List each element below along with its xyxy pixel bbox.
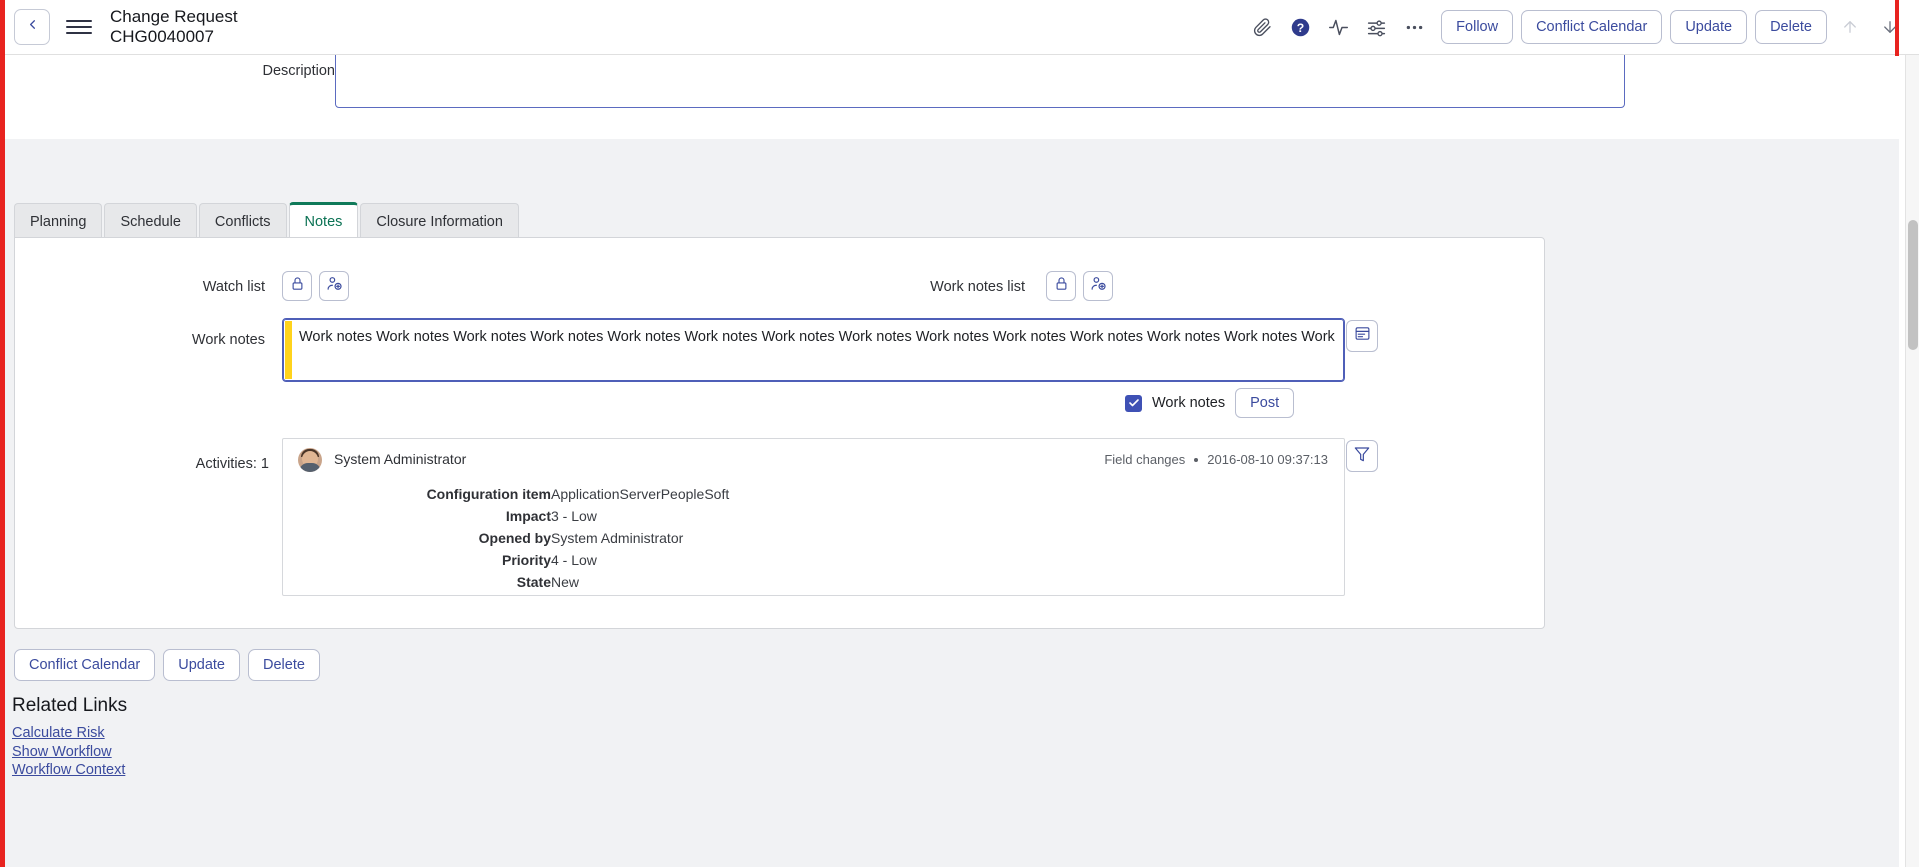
left-red-rail xyxy=(0,0,5,867)
vertical-scrollbar[interactable] xyxy=(1905,55,1919,867)
footer-actions: Conflict Calendar Update Delete xyxy=(14,649,320,681)
description-section: Description xyxy=(5,55,1899,139)
form-tabs: Planning Schedule Conflicts Notes Closur… xyxy=(14,201,519,239)
back-button[interactable] xyxy=(14,9,50,45)
watch-list-label: Watch list xyxy=(202,279,265,295)
tab-notes[interactable]: Notes xyxy=(288,202,359,239)
activity-timestamp: 2016-08-10 09:37:13 xyxy=(1207,452,1328,467)
field-key: Impact xyxy=(505,508,551,524)
field-value: 4 - Low xyxy=(551,552,597,568)
table-row: Opened by System Administrator xyxy=(321,527,729,549)
svg-text:?: ? xyxy=(1296,20,1303,34)
lock-icon xyxy=(290,276,305,296)
activity-user-name: System Administrator xyxy=(334,451,467,467)
work-notes-input[interactable]: Work notes Work notes Work notes Work no… xyxy=(282,318,1345,382)
related-link-show-workflow[interactable]: Show Workflow xyxy=(12,743,125,762)
separator-dot xyxy=(1194,457,1199,462)
related-link-workflow-context[interactable]: Workflow Context xyxy=(12,761,125,780)
field-key: Configuration item xyxy=(426,486,551,502)
table-row: State New xyxy=(321,571,729,593)
description-label: Description xyxy=(262,63,335,79)
work-notes-label: Work notes xyxy=(191,332,265,348)
work-notes-checkbox[interactable] xyxy=(1125,394,1142,412)
right-red-rail xyxy=(1895,0,1899,56)
activity-type: Field changes xyxy=(1104,452,1186,467)
notes-panel: Watch list Work notes list Work notes Wo… xyxy=(14,237,1545,629)
personalize-icon[interactable] xyxy=(1357,8,1395,46)
attachment-icon[interactable] xyxy=(1243,8,1281,46)
watch-list-add-user-button[interactable] xyxy=(319,271,349,301)
activity-entry: System Administrator Field changes 2016-… xyxy=(282,438,1345,596)
work-notes-list-label: Work notes list xyxy=(930,279,1025,295)
table-row: Impact 3 - Low xyxy=(321,505,729,527)
help-icon[interactable]: ? xyxy=(1281,8,1319,46)
field-key: Opened by xyxy=(478,530,551,546)
work-notes-checkbox-label: Work notes xyxy=(1152,395,1226,411)
post-controls: Work notes Post xyxy=(1125,388,1295,418)
page-title: Change Request CHG0040007 xyxy=(110,7,238,46)
activities-count-label: Activities: 1 xyxy=(195,456,269,472)
update-button-bottom[interactable]: Update xyxy=(163,649,240,681)
work-notes-template-button[interactable] xyxy=(1346,320,1378,352)
hamburger-icon[interactable] xyxy=(66,14,92,40)
activity-icon[interactable] xyxy=(1319,8,1357,46)
work-notes-text: Work notes Work notes Work notes Work no… xyxy=(299,329,1335,345)
page-header: Change Request CHG0040007 ? Follow Confl… xyxy=(0,0,1919,55)
delete-button[interactable]: Delete xyxy=(1755,10,1827,44)
tab-conflicts[interactable]: Conflicts xyxy=(198,203,287,239)
tab-planning[interactable]: Planning xyxy=(14,203,103,239)
update-button[interactable]: Update xyxy=(1670,10,1748,44)
template-icon xyxy=(1354,325,1371,347)
follow-button[interactable]: Follow xyxy=(1441,10,1514,44)
lock-icon xyxy=(1054,276,1069,296)
filter-icon xyxy=(1354,446,1370,467)
work-notes-list-lock-button[interactable] xyxy=(1046,271,1076,301)
field-value: 3 - Low xyxy=(551,508,597,524)
header-actions: ? Follow Conflict Calendar Update Delete xyxy=(1243,8,1919,46)
activity-meta: Field changes 2016-08-10 09:37:13 xyxy=(1104,452,1328,467)
chevron-left-icon xyxy=(25,17,40,37)
scrollbar-thumb[interactable] xyxy=(1908,220,1918,350)
activity-filter-button[interactable] xyxy=(1346,440,1378,472)
related-link-calculate-risk[interactable]: Calculate Risk xyxy=(12,724,125,743)
description-input[interactable] xyxy=(335,55,1625,108)
more-options-icon[interactable] xyxy=(1395,8,1433,46)
related-links-title: Related Links xyxy=(12,695,128,716)
activity-header: System Administrator Field changes 2016-… xyxy=(283,439,1344,481)
watch-list-lock-button[interactable] xyxy=(282,271,312,301)
add-user-icon xyxy=(326,275,343,297)
nav-previous-record-button[interactable] xyxy=(1833,10,1867,44)
tab-closure-information[interactable]: Closure Information xyxy=(360,203,519,239)
avatar xyxy=(298,448,322,472)
form-scroll-area[interactable]: Description Planning Schedule Conflicts … xyxy=(5,55,1899,867)
app-root: Change Request CHG0040007 ? Follow Confl… xyxy=(0,0,1919,867)
page-title-table: Change Request xyxy=(110,7,238,27)
post-button[interactable]: Post xyxy=(1235,388,1295,418)
tab-zone: Planning Schedule Conflicts Notes Closur… xyxy=(5,139,1899,867)
add-user-icon xyxy=(1090,275,1107,297)
field-value: System Administrator xyxy=(551,530,684,546)
field-value: New xyxy=(551,574,580,590)
nav-next-record-button[interactable] xyxy=(1873,10,1907,44)
field-value: ApplicationServerPeopleSoft xyxy=(551,486,730,502)
related-links-list: Calculate Risk Show Workflow Workflow Co… xyxy=(12,724,125,780)
delete-button-bottom[interactable]: Delete xyxy=(248,649,320,681)
activity-field-changes-table: Configuration item ApplicationServerPeop… xyxy=(321,483,730,593)
table-row: Configuration item ApplicationServerPeop… xyxy=(321,483,730,505)
work-notes-accent-bar xyxy=(285,321,292,379)
field-key: State xyxy=(516,574,551,590)
conflict-calendar-button[interactable]: Conflict Calendar xyxy=(1521,10,1663,44)
work-notes-list-add-user-button[interactable] xyxy=(1083,271,1113,301)
page-title-number: CHG0040007 xyxy=(110,27,214,46)
tab-schedule[interactable]: Schedule xyxy=(104,203,197,239)
conflict-calendar-button-bottom[interactable]: Conflict Calendar xyxy=(14,649,156,681)
table-row: Priority 4 - Low xyxy=(321,549,729,571)
field-key: Priority xyxy=(501,552,551,568)
